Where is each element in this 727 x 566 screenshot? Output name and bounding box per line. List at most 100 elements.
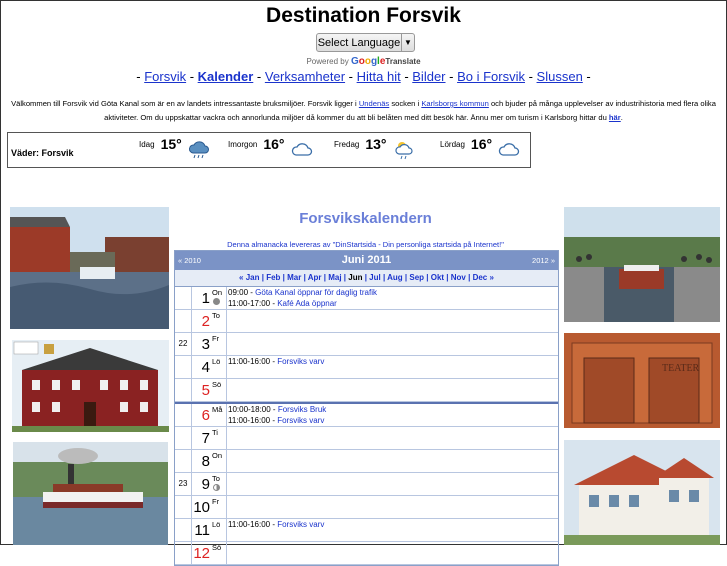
calendar-event: 11:00-16:00 - Forsviks varv bbox=[228, 356, 324, 367]
nav-bo-i-forsvik[interactable]: Bo i Forsvik bbox=[457, 69, 525, 84]
calendar-provider-note[interactable]: Denna almanacka levereras av "DinStartsi… bbox=[174, 240, 557, 249]
month-selector: « Jan | Feb | Mar | Apr | Maj | Jun | Ju… bbox=[175, 270, 558, 287]
photo-mill-river[interactable] bbox=[10, 207, 169, 329]
event-time: 10:00-18:00 - bbox=[228, 405, 278, 414]
cloud-icon bbox=[498, 143, 520, 156]
month-link-Dec[interactable]: Dec bbox=[473, 273, 488, 282]
day-name: On bbox=[212, 288, 223, 297]
day-number: 9 bbox=[201, 476, 210, 493]
photo-cafe-building[interactable] bbox=[564, 440, 720, 545]
calendar-day-row[interactable]: 10 Fr bbox=[175, 496, 558, 519]
nav-hitta-hit[interactable]: Hitta hit bbox=[357, 69, 401, 84]
day-cell: 6 Må bbox=[191, 404, 227, 426]
month-link-Feb[interactable]: Feb bbox=[266, 273, 280, 282]
moon-phase-icon bbox=[213, 298, 220, 305]
month-link-»[interactable]: » bbox=[490, 273, 494, 282]
calendar-event: 11:00-16:00 - Forsviks varv bbox=[228, 519, 324, 530]
event-link[interactable]: Forsviks Bruk bbox=[278, 405, 326, 414]
event-link[interactable]: Forsviks varv bbox=[277, 520, 324, 529]
calendar-day-row[interactable]: 2 To bbox=[175, 310, 558, 333]
powered-by-label: Powered by bbox=[306, 57, 349, 66]
event-link[interactable]: Forsviks varv bbox=[277, 357, 324, 366]
nav-kalender[interactable]: Kalender bbox=[198, 69, 254, 84]
weather-widget: Väder: Forsvik Idag 15° Imorgon 16° Fred… bbox=[7, 132, 531, 168]
day-number: 6 bbox=[201, 407, 210, 424]
nav-forsvik[interactable]: Forsvik bbox=[144, 69, 186, 84]
day-number: 1 bbox=[201, 290, 210, 307]
event-link[interactable]: Kafé Ada öppnar bbox=[277, 299, 337, 308]
calendar-title: Forsvikskalendern bbox=[299, 210, 432, 227]
day-number: 2 bbox=[201, 313, 210, 330]
google-logo: Google bbox=[350, 56, 386, 67]
cloud-icon bbox=[291, 143, 312, 156]
day-cell: 9 To bbox=[191, 473, 227, 495]
calendar-day-row[interactable]: 7 Ti bbox=[175, 427, 558, 450]
calendar-day-row[interactable]: 1 On 09:00 - Göta Kanal öppnar för daglig … bbox=[175, 287, 558, 310]
intro-text: Välkommen till Forsvik vid Göta Kanal so… bbox=[11, 99, 716, 122]
calendar-day-row[interactable]: 4 Lö 11:00-16:00 - Forsviks varv bbox=[175, 356, 558, 379]
day-cell: 2 To bbox=[191, 310, 227, 332]
nav-slussen[interactable]: Slussen bbox=[537, 69, 583, 84]
day-number: 10 bbox=[193, 499, 210, 516]
day-name: On bbox=[212, 451, 223, 460]
moon-phase-icon bbox=[213, 484, 220, 491]
calendar: « 2010 Juni 2011 2012 » « Jan | Feb | Ma… bbox=[174, 250, 559, 566]
day-number: 11 bbox=[194, 522, 210, 539]
calendar-day-row[interactable]: 12 Sö bbox=[175, 542, 558, 565]
calendar-event: 11:00-16:00 - Forsviks varv bbox=[228, 415, 326, 426]
calendar-day-row[interactable]: 11 Lö 11:00-16:00 - Forsviks varv bbox=[175, 519, 558, 542]
day-name: Lö bbox=[212, 357, 221, 366]
link-har[interactable]: här bbox=[609, 113, 621, 122]
next-year-link[interactable]: 2012 » bbox=[532, 256, 555, 265]
chevron-down-icon[interactable]: ▼ bbox=[401, 34, 414, 51]
calendar-day-row[interactable]: 22 3 Fr bbox=[175, 333, 558, 356]
calendar-event: 11:00-17:00 - Kafé Ada öppnar bbox=[228, 298, 377, 309]
month-link-Okt[interactable]: Okt bbox=[431, 273, 444, 282]
day-events: 10:00-18:00 - Forsviks Bruk 11:00-16:00 -… bbox=[228, 404, 326, 426]
month-link-Jun[interactable]: Jun bbox=[348, 273, 362, 282]
photo-canal-lock[interactable] bbox=[564, 207, 720, 322]
language-select[interactable]: Select Language ▼ bbox=[316, 33, 415, 52]
calendar-month: Juni 2011 bbox=[341, 254, 392, 266]
month-link-Jan[interactable]: Jan bbox=[246, 273, 260, 282]
powered-by-google-translate[interactable]: Powered by GoogleTranslate bbox=[0, 56, 727, 67]
month-link-Apr[interactable]: Apr bbox=[308, 273, 322, 282]
calendar-header: « 2010 Juni 2011 2012 » bbox=[175, 251, 558, 270]
calendar-day-row[interactable]: 8 On bbox=[175, 450, 558, 473]
day-number: 5 bbox=[201, 382, 210, 399]
photo-red-house[interactable] bbox=[12, 340, 169, 432]
month-link-Mar[interactable]: Mar bbox=[287, 273, 301, 282]
calendar-event: 09:00 - Göta Kanal öppnar för daglig tra… bbox=[228, 287, 377, 298]
event-link[interactable]: Forsviks varv bbox=[277, 416, 324, 425]
event-time: 11:00-16:00 - bbox=[228, 520, 278, 529]
nav-bilder[interactable]: Bilder bbox=[412, 69, 445, 84]
day-cell: 10 Fr bbox=[191, 496, 227, 518]
link-undenas[interactable]: Undenäs bbox=[359, 99, 389, 108]
nav-verksamheter[interactable]: Verksamheter bbox=[265, 69, 345, 84]
photo-steamboat[interactable] bbox=[13, 442, 168, 545]
link-karlsborgs-kommun[interactable]: Karlsborgs kommun bbox=[421, 99, 489, 108]
month-link-Jul[interactable]: Jul bbox=[369, 273, 381, 282]
day-name: Fr bbox=[212, 497, 220, 506]
day-cell: 5 Sö bbox=[191, 379, 227, 401]
event-time: 11:00-16:00 - bbox=[228, 416, 278, 425]
day-events: 11:00-16:00 - Forsviks varv bbox=[228, 356, 324, 367]
day-cell: 1 On bbox=[191, 287, 227, 309]
calendar-event: 10:00-18:00 - Forsviks Bruk bbox=[228, 404, 326, 415]
weather-day-today: Idag 15° bbox=[139, 136, 210, 160]
calendar-day-row[interactable]: 5 Sö bbox=[175, 379, 558, 402]
calendar-day-row[interactable]: 6 Må 10:00-18:00 - Forsviks Bruk 11:00-16:0… bbox=[175, 402, 558, 427]
day-name: Sö bbox=[212, 543, 222, 552]
day-number: 7 bbox=[201, 430, 210, 447]
month-link-Sep[interactable]: Sep bbox=[409, 273, 424, 282]
weather-location: Väder: Forsvik bbox=[11, 148, 74, 158]
photo-teater-door[interactable]: TEATER bbox=[564, 333, 720, 428]
month-link-Maj[interactable]: Maj bbox=[328, 273, 341, 282]
day-cell: 12 Sö bbox=[191, 542, 227, 564]
day-name: Må bbox=[212, 405, 223, 414]
month-link-Nov[interactable]: Nov bbox=[451, 273, 466, 282]
month-link-Aug[interactable]: Aug bbox=[387, 273, 403, 282]
calendar-day-row[interactable]: 23 9 To bbox=[175, 473, 558, 496]
event-link[interactable]: Göta Kanal öppnar för daglig trafik bbox=[255, 288, 377, 297]
month-link-«[interactable]: « bbox=[239, 273, 243, 282]
